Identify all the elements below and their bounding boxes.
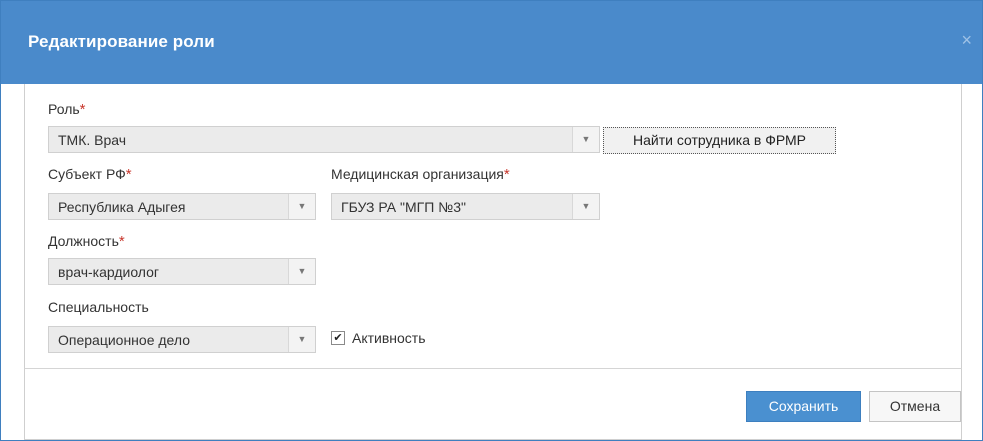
check-icon: ✔ [333,332,343,344]
active-checkbox[interactable]: ✔ [331,331,345,345]
position-label-text: Должность [48,233,119,249]
subject-required-marker: * [125,166,132,183]
chevron-down-icon[interactable]: ▼ [288,327,315,352]
edit-role-dialog: Редактирование роли × [0,0,983,441]
organization-label: Медицинская организация* [331,166,510,183]
specialty-label-text: Специальность [48,299,149,315]
close-icon[interactable]: × [961,31,972,49]
find-employee-frmr-button[interactable]: Найти сотрудника в ФРМР [603,127,836,154]
role-select-value: ТМК. Врач [58,132,127,148]
subject-label: Субъект РФ* [48,166,132,183]
role-label: Роль* [48,101,86,118]
subject-select[interactable]: Республика Адыгея ▼ [48,193,316,220]
subject-label-text: Субъект РФ [48,166,126,182]
role-label-text: Роль [48,101,80,117]
role-required-marker: * [79,101,86,118]
chevron-down-icon[interactable]: ▼ [288,194,315,219]
subject-select-value: Республика Адыгея [58,199,186,215]
chevron-down-icon[interactable]: ▼ [572,127,599,152]
specialty-label: Специальность [48,299,149,315]
save-button[interactable]: Сохранить [746,391,861,422]
dialog-header: Редактирование роли × [1,1,982,84]
chevron-down-icon[interactable]: ▼ [572,194,599,219]
active-label[interactable]: Активность [352,330,426,346]
cancel-button[interactable]: Отмена [869,391,961,422]
position-required-marker: * [118,233,125,250]
organization-label-text: Медицинская организация [331,166,504,182]
organization-required-marker: * [503,166,510,183]
position-label: Должность* [48,233,125,250]
organization-select[interactable]: ГБУЗ РА "МГП №3" ▼ [331,193,600,220]
specialty-select[interactable]: Операционное дело ▼ [48,326,316,353]
organization-select-value: ГБУЗ РА "МГП №3" [341,199,466,215]
specialty-select-value: Операционное дело [58,332,190,348]
position-select[interactable]: врач-кардиолог ▼ [48,258,316,285]
dialog-title: Редактирование роли [28,32,215,51]
position-select-value: врач-кардиолог [58,264,160,280]
chevron-down-icon[interactable]: ▼ [288,259,315,284]
role-select[interactable]: ТМК. Врач ▼ [48,126,600,153]
